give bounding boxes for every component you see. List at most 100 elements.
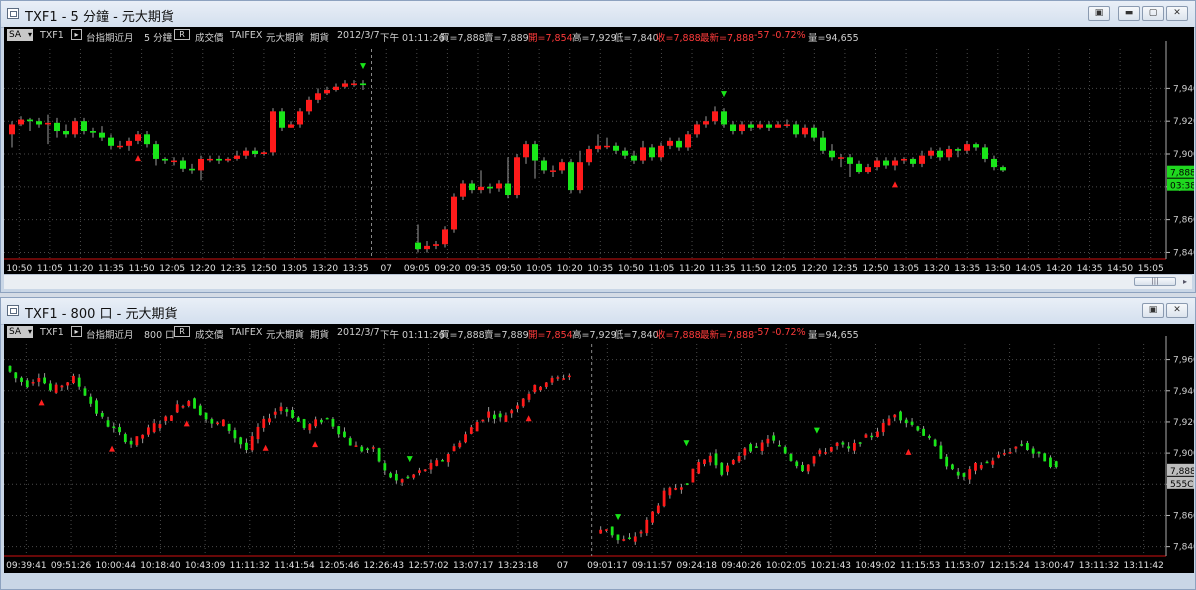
candle-body: [14, 372, 18, 379]
close-button[interactable]: ✕: [1166, 6, 1188, 21]
restore-layout-button[interactable]: ▣: [1088, 6, 1110, 21]
chart-area[interactable]: SA TXF1 ▸ 台指期近月 800 口 R 成交價 TAIFEX 元大期貨 …: [4, 324, 1194, 573]
candle-body: [118, 427, 121, 433]
candle-body: [772, 435, 776, 441]
candle-body: [754, 446, 758, 448]
candle-body: [739, 124, 745, 132]
buy-signal-marker: [262, 444, 269, 451]
candle-body: [737, 455, 741, 462]
candle-body: [783, 447, 787, 454]
candle-body: [360, 446, 364, 452]
candle-body: [225, 158, 231, 161]
candle-body: [429, 462, 433, 470]
candle-body: [325, 417, 329, 420]
window-titlebar[interactable]: TXF1 - 800 口 - 元大期貨 ▣ ✕: [1, 298, 1195, 325]
candle-body: [1000, 167, 1006, 171]
x-tick-label: 09:51:26: [51, 561, 92, 571]
candle-body: [423, 469, 427, 472]
candle-body: [997, 454, 1000, 458]
x-tick-label: 13:23:18: [498, 561, 539, 571]
candle-body: [806, 464, 810, 472]
x-tick-label: 11:11:32: [230, 561, 270, 571]
candle-body: [883, 160, 889, 166]
candle-body: [250, 436, 254, 451]
candle-body: [726, 465, 729, 472]
candle-body: [158, 424, 162, 429]
x-tick-label: 10:50: [618, 264, 644, 274]
candle-body: [175, 404, 179, 413]
candle-body: [847, 157, 853, 164]
candle-body: [784, 124, 790, 126]
y-tick-label: 7,860: [1173, 216, 1194, 226]
candle-body: [639, 531, 643, 534]
minimize-button[interactable]: ▬: [1118, 6, 1140, 21]
candle-body: [730, 124, 736, 132]
candle-body: [279, 111, 285, 128]
candle-body: [95, 400, 98, 414]
price-chart-5min[interactable]: 7,9407,9207,9007,8807,8607,84010:5011:05…: [4, 27, 1194, 274]
x-tick-label: 11:50: [740, 264, 766, 274]
candle-body: [1014, 446, 1018, 449]
x-tick-label: 12:05: [159, 264, 185, 274]
chart-area[interactable]: SA TXF1 ▸ 台指期近月 5 分鐘 R 成交價 TAIFEX 元大期貨 期…: [4, 27, 1194, 274]
x-tick-label: 11:20: [67, 264, 93, 274]
candle-body: [680, 487, 683, 490]
y-tick-label: 7,960: [1173, 356, 1194, 366]
x-tick-label: 09:39:41: [6, 561, 46, 571]
horizontal-scrollbar[interactable]: ||| ▸: [4, 274, 1192, 289]
sell-signal-marker: [615, 514, 622, 521]
candle-body: [72, 375, 75, 384]
candle-body: [1002, 453, 1006, 455]
candle-body: [324, 90, 330, 94]
scroll-right-icon[interactable]: ▸: [1180, 277, 1190, 286]
candle-body: [27, 119, 33, 122]
x-tick-label: 09:24:18: [677, 561, 718, 571]
candle-body: [694, 124, 700, 135]
x-tick-label: 12:05:46: [319, 561, 360, 571]
window-icon: [7, 8, 19, 19]
price-chart-800lots[interactable]: 7,9607,9407,9207,9007,8807,8607,84009:39…: [4, 324, 1194, 573]
candle-body: [351, 83, 357, 85]
x-tick-label: 12:15:24: [989, 561, 1030, 571]
maximize-button[interactable]: ▢: [1142, 6, 1164, 21]
candle-body: [951, 464, 954, 470]
candle-body: [829, 446, 833, 452]
candle-body: [599, 529, 603, 534]
candle-body: [48, 383, 52, 391]
candle-body: [802, 127, 808, 135]
candle-body: [801, 465, 804, 472]
candle-body: [922, 428, 925, 436]
candle-body: [628, 537, 631, 540]
candle-body: [651, 511, 654, 523]
candle-body: [838, 157, 844, 159]
candle-body: [60, 385, 64, 388]
candle-body: [63, 131, 69, 135]
candle-body: [766, 124, 772, 128]
candle-body: [256, 426, 260, 440]
y-tick-label: 7,940: [1173, 387, 1194, 397]
scroll-thumb[interactable]: |||: [1134, 277, 1176, 286]
candle-body: [523, 144, 529, 158]
x-tick-label: 13:00:47: [1034, 561, 1074, 571]
window-title: TXF1 - 800 口 - 元大期貨: [25, 307, 178, 322]
candle-body: [703, 459, 706, 465]
chart-window-800lots: TXF1 - 800 口 - 元大期貨 ▣ ✕ SA TXF1 ▸ 台指期近月 …: [0, 297, 1196, 590]
restore-layout-button[interactable]: ▣: [1142, 303, 1164, 318]
candle-body: [333, 86, 339, 91]
window-titlebar[interactable]: TXF1 - 5 分鐘 - 元大期貨 ▣ ▬ ▢ ✕: [1, 1, 1195, 28]
candle-body: [371, 447, 375, 449]
buy-signal-marker: [905, 448, 912, 455]
candle-body: [25, 380, 29, 388]
close-button[interactable]: ✕: [1166, 303, 1188, 318]
candle-body: [77, 377, 81, 387]
candle-body: [550, 377, 554, 383]
candle-body: [487, 186, 493, 189]
candle-body: [204, 412, 208, 420]
candle-body: [126, 140, 132, 146]
candle-body: [633, 536, 637, 542]
candle-body: [667, 140, 673, 146]
candle-body: [233, 430, 237, 439]
candle-body: [649, 147, 655, 158]
candle-body: [910, 421, 914, 425]
candle-body: [171, 160, 177, 163]
